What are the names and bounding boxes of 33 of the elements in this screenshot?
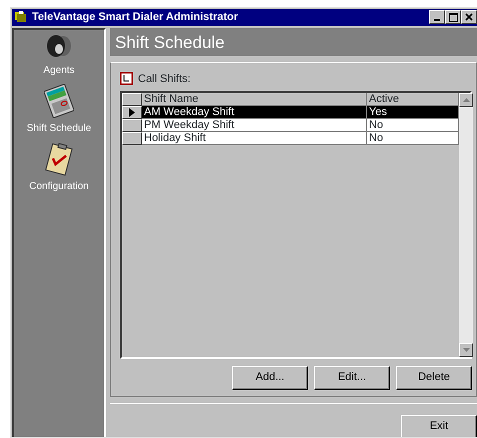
column-header[interactable]: Shift Name bbox=[142, 93, 367, 106]
row-header[interactable] bbox=[122, 106, 142, 119]
scrollbar[interactable] bbox=[459, 93, 473, 356]
add-button[interactable]: Add... bbox=[232, 366, 308, 390]
section-label: Call Shifts: bbox=[138, 72, 191, 86]
sidebar-item[interactable]: Configuration bbox=[29, 142, 89, 194]
scroll-up-button[interactable] bbox=[459, 93, 473, 107]
up-arrow-icon bbox=[462, 98, 470, 102]
row-pointer-icon bbox=[129, 108, 135, 117]
row-header[interactable] bbox=[122, 119, 142, 132]
close-button[interactable] bbox=[461, 10, 477, 24]
table-cell: No bbox=[367, 132, 459, 145]
sidebar-item[interactable]: Agents bbox=[43, 34, 75, 78]
edit-button[interactable]: Edit... bbox=[314, 366, 390, 390]
sidebar-item[interactable]: Shift Schedule bbox=[26, 84, 92, 136]
scroll-down-button[interactable] bbox=[459, 342, 473, 356]
window-title: TeleVantage Smart Dialer Administrator bbox=[32, 10, 240, 25]
table-cell: Holiday Shift bbox=[142, 132, 367, 145]
table-cell: No bbox=[367, 119, 459, 132]
table-cell: AM Weekday Shift bbox=[142, 106, 367, 119]
page-header: Shift Schedule bbox=[110, 28, 477, 56]
minimize-button[interactable] bbox=[429, 10, 445, 24]
maximize-icon bbox=[448, 12, 458, 22]
close-icon bbox=[465, 13, 473, 22]
down-arrow-icon bbox=[462, 348, 470, 352]
column-header[interactable]: Active bbox=[367, 93, 459, 106]
maximize-button[interactable] bbox=[445, 10, 461, 24]
app-icon bbox=[14, 10, 28, 24]
row-header[interactable] bbox=[122, 132, 142, 145]
exit-button[interactable]: Exit bbox=[401, 414, 477, 437]
table-cell: PM Weekday Shift bbox=[142, 119, 367, 132]
table-cell: Yes bbox=[367, 106, 459, 119]
delete-button[interactable]: Delete bbox=[396, 366, 472, 390]
